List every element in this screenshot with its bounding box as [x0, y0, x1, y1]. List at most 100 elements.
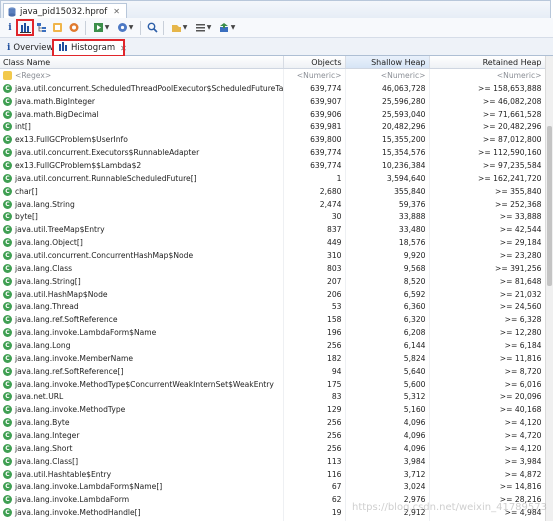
close-icon[interactable]: ✕	[113, 7, 120, 16]
class-name-cell[interactable]: Cjava.lang.invoke.MethodType$ConcurrentW…	[0, 377, 284, 391]
column-header-class-name[interactable]: Class Name	[0, 56, 284, 69]
table-row[interactable]: Cjava.net.URL 83 5,312 >= 20,096	[0, 390, 545, 404]
column-header-retained-heap[interactable]: Retained Heap	[429, 56, 545, 69]
table-row[interactable]: Cint[] 639,981 20,482,296 >= 20,482,296	[0, 120, 545, 134]
class-name-wrap: Cjava.util.concurrent.RunnableScheduledF…	[3, 173, 280, 183]
table-row[interactable]: Cjava.lang.Class[] 113 3,984 >= 3,984	[0, 454, 545, 468]
table-row[interactable]: Cex13.FullGCProblem$$Lambda$2 639,774 10,2…	[0, 159, 545, 172]
table-row[interactable]: Cjava.lang.Byte 256 4,096 >= 4,120	[0, 416, 545, 430]
objects-cell: 94	[283, 364, 346, 378]
class-name-cell[interactable]: Cjava.lang.Thread	[0, 300, 284, 314]
class-name-cell[interactable]: Cjava.math.BigDecimal	[0, 107, 284, 121]
class-name-wrap: Cchar[]	[3, 186, 280, 196]
objects-cell: 803	[283, 261, 346, 275]
class-name-cell[interactable]: Cjava.lang.Class[]	[0, 454, 284, 468]
table-row[interactable]: Cjava.lang.Long 256 6,144 >= 6,184	[0, 339, 545, 352]
class-name-cell[interactable]: Cjava.lang.Object[]	[0, 236, 284, 250]
table-row[interactable]: Cjava.math.BigInteger 639,907 25,596,280 >=…	[0, 94, 545, 108]
class-name-cell[interactable]: Cjava.lang.String[]	[0, 274, 284, 288]
class-name-cell[interactable]: Cjava.lang.invoke.MethodType	[0, 403, 284, 417]
class-name-cell[interactable]: Cjava.lang.invoke.MemberName	[0, 351, 284, 365]
class-icon: C	[3, 495, 12, 505]
table-row[interactable]: Cjava.lang.invoke.MemberName 182 5,824 >= 1…	[0, 351, 545, 365]
table-row[interactable]: Cjava.util.concurrent.Executors$Runnable…	[0, 146, 545, 160]
table-row[interactable]: Cjava.lang.Class 803 9,568 >= 391,256	[0, 261, 545, 275]
table-row[interactable]: Cjava.util.concurrent.ConcurrentHashMap$…	[0, 249, 545, 262]
tab-overview[interactable]: i Overview	[2, 40, 58, 56]
grouping-icon[interactable]: ▼	[192, 21, 214, 35]
table-row[interactable]: Cjava.lang.String[] 207 8,520 >= 81,648	[0, 274, 545, 288]
table-row[interactable]: Cjava.util.HashMap$Node 206 6,592 >= 21,032	[0, 287, 545, 301]
info-icon[interactable]: i	[3, 21, 17, 35]
class-name-cell[interactable]: Cjava.lang.invoke.LambdaForm$Name	[0, 326, 284, 340]
class-name-cell[interactable]: Cbyte[]	[0, 210, 284, 224]
dominator-tree-icon[interactable]	[35, 21, 49, 35]
run-report-icon[interactable]: ▼	[90, 21, 112, 35]
class-name-cell[interactable]: Cjava.lang.Integer	[0, 429, 284, 442]
table-row[interactable]: Cjava.lang.invoke.LambdaForm$Name[] 67 3,0…	[0, 480, 545, 494]
class-name-cell[interactable]: Cjava.util.concurrent.RunnableScheduledF…	[0, 171, 284, 185]
table-row[interactable]: Cjava.util.TreeMap$Entry 837 33,480 >= 42,5…	[0, 223, 545, 237]
table-row[interactable]: Cjava.lang.ref.SoftReference 158 6,320 >= 6…	[0, 313, 545, 327]
class-name-cell[interactable]: Cjava.lang.Byte	[0, 416, 284, 430]
table-row[interactable]: Cjava.lang.Object[] 449 18,576 >= 29,184	[0, 236, 545, 250]
scrollbar-thumb[interactable]	[547, 126, 552, 286]
table-row[interactable]: Cjava.util.Hashtable$Entry 116 3,712 >= 4,8…	[0, 467, 545, 481]
class-name-cell[interactable]: Cjava.math.BigInteger	[0, 94, 284, 108]
heap-dump-overview-icon[interactable]: ▼	[168, 21, 190, 35]
class-name-cell[interactable]: Cjava.lang.ref.SoftReference	[0, 313, 284, 327]
export-icon[interactable]: ▼	[216, 21, 238, 35]
class-name-cell[interactable]: Cchar[]	[0, 184, 284, 198]
table-row[interactable]: Cjava.lang.Integer 256 4,096 >= 4,720	[0, 429, 545, 442]
objects-cell: 182	[283, 351, 346, 365]
regex-filter-cell[interactable]: <Regex>	[0, 68, 284, 82]
class-name-cell[interactable]: Cjava.net.URL	[0, 390, 284, 404]
table-row[interactable]: Cjava.lang.String 2,474 59,376 >= 252,368	[0, 197, 545, 211]
query-browser-icon[interactable]	[51, 21, 65, 35]
class-icon: C	[3, 456, 12, 466]
table-row[interactable]: Cjava.lang.invoke.MethodType 129 5,160 >= 4…	[0, 403, 545, 417]
editor-tab-hprof[interactable]: java_pid15032.hprof ✕	[3, 3, 127, 19]
actions-icon[interactable]: ▼	[114, 21, 136, 35]
class-name-cell[interactable]: Cjava.lang.ref.SoftReference[]	[0, 364, 284, 378]
table-row[interactable]: Cjava.lang.invoke.MethodHandle[] 19 2,912 >…	[0, 506, 545, 520]
table-row[interactable]: Cjava.lang.invoke.LambdaForm 62 2,976 >= 28…	[0, 493, 545, 507]
search-icon[interactable]	[145, 21, 159, 35]
class-name-cell[interactable]: Cjava.lang.invoke.MethodHandle[]	[0, 506, 284, 520]
table-row[interactable]: Cjava.lang.invoke.MethodType$ConcurrentW…	[0, 377, 545, 391]
table-row[interactable]: Cjava.util.concurrent.ScheduledThreadPoo…	[0, 81, 545, 95]
retained-heap-cell: >= 4,120	[429, 441, 545, 455]
class-name-cell[interactable]: Cjava.lang.invoke.LambdaForm$Name[]	[0, 480, 284, 494]
class-name-cell[interactable]: Cjava.lang.invoke.LambdaForm	[0, 493, 284, 507]
class-name-cell[interactable]: Cjava.lang.String	[0, 197, 284, 211]
class-name-cell[interactable]: Cjava.lang.Short	[0, 441, 284, 455]
class-name-cell[interactable]: Cjava.util.Hashtable$Entry	[0, 467, 284, 481]
column-header-objects[interactable]: Objects	[283, 56, 346, 69]
shallow-filter-cell[interactable]: <Numeric>	[345, 68, 430, 82]
retained-heap-cell: >= 4,120	[429, 416, 545, 430]
table-row[interactable]: Cbyte[] 30 33,888 >= 33,888	[0, 210, 545, 224]
class-name-cell[interactable]: Cjava.util.concurrent.ScheduledThreadPoo…	[0, 81, 284, 95]
table-row[interactable]: Cchar[] 2,680 355,840 >= 355,840	[0, 184, 545, 198]
objects-filter-cell[interactable]: <Numeric>	[283, 68, 346, 82]
table-row[interactable]: Cjava.util.concurrent.RunnableScheduledF…	[0, 171, 545, 185]
class-name-cell[interactable]: Cint[]	[0, 120, 284, 134]
class-name-cell[interactable]: Cex13.FullGCProblem$$Lambda$2	[0, 159, 284, 172]
vertical-scrollbar[interactable]	[545, 56, 553, 521]
table-row[interactable]: Cjava.lang.Thread 53 6,360 >= 24,560	[0, 300, 545, 314]
table-row[interactable]: Cjava.math.BigDecimal 639,906 25,593,040 >=…	[0, 107, 545, 121]
class-name-cell[interactable]: Cjava.util.TreeMap$Entry	[0, 223, 284, 237]
class-name-cell[interactable]: Cjava.lang.Class	[0, 261, 284, 275]
sql-console-icon[interactable]	[67, 21, 81, 35]
table-row[interactable]: Cjava.lang.Short 256 4,096 >= 4,120	[0, 441, 545, 455]
class-name-cell[interactable]: Cex13.FullGCProblem$UserInfo	[0, 133, 284, 147]
table-row[interactable]: Cjava.lang.invoke.LambdaForm$Name 196 6,20…	[0, 326, 545, 340]
class-name-cell[interactable]: Cjava.lang.Long	[0, 339, 284, 352]
class-name-cell[interactable]: Cjava.util.HashMap$Node	[0, 287, 284, 301]
table-row[interactable]: Cjava.lang.ref.SoftReference[] 94 5,640 >= …	[0, 364, 545, 378]
class-name-cell[interactable]: Cjava.util.concurrent.ConcurrentHashMap$…	[0, 249, 284, 262]
table-row[interactable]: Cex13.FullGCProblem$UserInfo 639,800 15,35…	[0, 133, 545, 147]
class-name-cell[interactable]: Cjava.util.concurrent.Executors$Runnable…	[0, 146, 284, 160]
retained-filter-cell[interactable]: <Numeric>	[429, 68, 545, 82]
column-header-shallow-heap[interactable]: Shallow Heap	[345, 56, 430, 69]
